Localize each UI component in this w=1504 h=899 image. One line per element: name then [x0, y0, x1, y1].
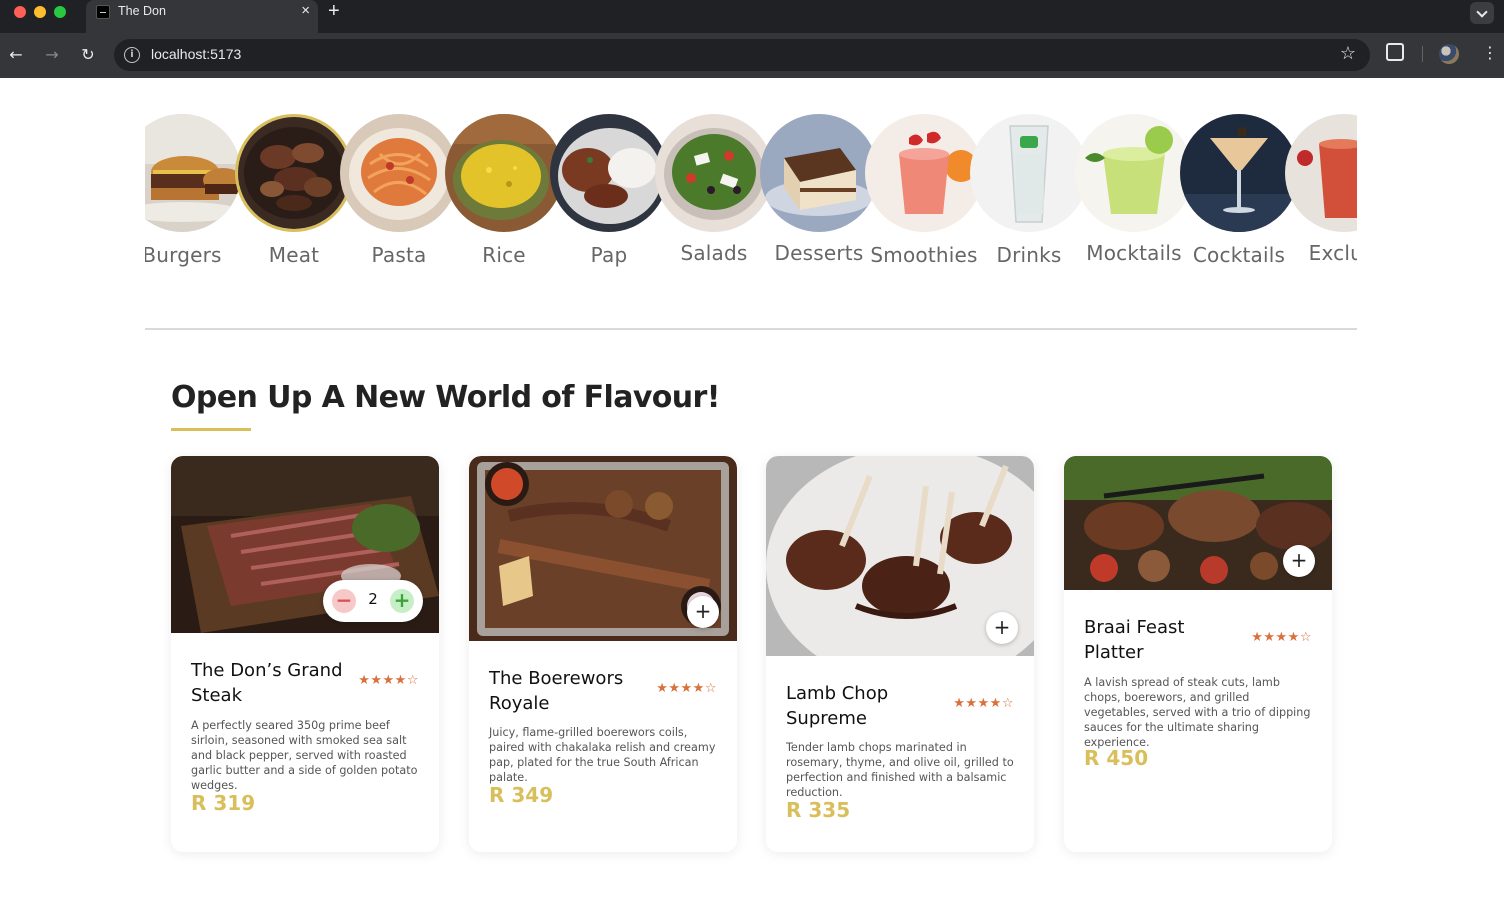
- add-to-cart-button[interactable]: +: [687, 596, 719, 628]
- new-tab-button[interactable]: +: [328, 0, 340, 23]
- pap-image: [550, 114, 668, 232]
- close-window-button[interactable]: [14, 6, 26, 18]
- bookmark-star-icon[interactable]: ☆: [1340, 43, 1356, 64]
- product-price: R 349: [489, 783, 554, 807]
- pasta-image: [340, 114, 458, 232]
- extensions-puzzle-icon[interactable]: [1386, 43, 1404, 61]
- exclusives-image: [1285, 114, 1357, 232]
- category-mocktails[interactable]: Mocktails: [1075, 114, 1193, 274]
- rating-stars-icon: ★★★★☆: [358, 673, 419, 688]
- category-desserts[interactable]: Desserts: [760, 114, 878, 274]
- category-label: Desserts: [774, 241, 864, 265]
- rating-stars-icon: ★★★★☆: [953, 696, 1014, 711]
- product-card[interactable]: + The Boerewors Royale ★★★★☆ Juicy, flam…: [469, 456, 737, 852]
- category-exclusives[interactable]: Exclusi: [1285, 114, 1357, 274]
- browser-tab-bar: The Don × +: [0, 0, 1504, 33]
- tab-search-chevron-icon[interactable]: [1470, 2, 1494, 24]
- category-label: Cocktails: [1192, 243, 1286, 267]
- page-content: Burgers Meat Pasta Rice Pap Salads Desse…: [0, 78, 1504, 899]
- product-name: The Don’s Grand Steak: [191, 660, 343, 706]
- site-info-icon[interactable]: i: [124, 47, 140, 63]
- product-card[interactable]: + Lamb Chop Supreme ★★★★☆ Tender lamb ch…: [766, 456, 1034, 852]
- tab-title: The Don: [118, 4, 166, 18]
- product-card[interactable]: − 2 + The Don’s Grand Steak ★★★★☆ A perf…: [171, 456, 439, 852]
- product-name: The Boerewors Royale: [489, 668, 624, 714]
- forward-arrow-icon[interactable]: →: [40, 43, 64, 67]
- category-label: Exclusi: [1308, 241, 1357, 265]
- category-label: Pap: [590, 243, 628, 267]
- toolbar-divider: [1422, 46, 1423, 62]
- product-description: A lavish spread of steak cuts, lamb chop…: [1084, 676, 1311, 749]
- category-meat[interactable]: Meat: [235, 114, 353, 274]
- product-price: R 335: [786, 798, 851, 822]
- minimize-window-button[interactable]: [34, 6, 46, 18]
- section-divider: [145, 328, 1357, 330]
- decrease-quantity-button[interactable]: −: [332, 589, 356, 613]
- category-label: Burgers: [145, 243, 222, 267]
- drinks-image: [970, 114, 1088, 232]
- tab-close-icon[interactable]: ×: [301, 2, 310, 19]
- back-arrow-icon[interactable]: ←: [4, 43, 28, 67]
- add-to-cart-button[interactable]: +: [986, 612, 1018, 644]
- rice-image: [445, 114, 563, 232]
- category-label: Pasta: [371, 243, 427, 267]
- product-price: R 319: [191, 791, 256, 815]
- category-drinks[interactable]: Drinks: [970, 114, 1088, 274]
- product-price: R 450: [1084, 746, 1149, 770]
- browser-toolbar: ← → ↻ i localhost:5173 ☆: [0, 33, 1504, 78]
- product-card[interactable]: + Braai Feast Platter ★★★★☆ A lavish spr…: [1064, 456, 1332, 852]
- category-pap[interactable]: Pap: [550, 114, 668, 274]
- salads-image: [655, 114, 773, 232]
- burgers-image: [145, 114, 241, 232]
- meat-image: [235, 114, 353, 232]
- category-label: Mocktails: [1086, 241, 1182, 265]
- category-pasta[interactable]: Pasta: [340, 114, 458, 274]
- product-description: Tender lamb chops marinated in rosemary,…: [786, 741, 1014, 799]
- category-label: Drinks: [996, 243, 1062, 267]
- mocktails-image: [1075, 114, 1193, 232]
- product-description: A perfectly seared 350g prime beef sirlo…: [191, 719, 418, 792]
- rating-stars-icon: ★★★★☆: [1251, 630, 1312, 645]
- section-title: Open Up A New World of Flavour!: [171, 380, 720, 415]
- category-burgers[interactable]: Burgers: [145, 114, 241, 274]
- product-description: Juicy, flame-grilled boerewors coils, pa…: [489, 726, 716, 784]
- url-text[interactable]: localhost:5173: [151, 46, 241, 62]
- category-label: Smoothies: [870, 243, 978, 267]
- category-salads[interactable]: Salads: [655, 114, 773, 274]
- maximize-window-button[interactable]: [54, 6, 66, 18]
- product-name: Braai Feast Platter: [1084, 617, 1185, 663]
- category-label: Salads: [680, 241, 748, 265]
- reload-icon[interactable]: ↻: [76, 43, 100, 67]
- quantity-stepper[interactable]: − 2 +: [323, 580, 423, 622]
- profile-avatar-icon[interactable]: [1439, 44, 1459, 64]
- category-carousel[interactable]: Burgers Meat Pasta Rice Pap Salads Desse…: [145, 114, 1357, 274]
- category-smoothies[interactable]: Smoothies: [865, 114, 983, 274]
- cocktails-image: [1180, 114, 1298, 232]
- browser-menu-icon[interactable]: ⋮: [1482, 43, 1498, 63]
- increase-quantity-button[interactable]: +: [390, 589, 414, 613]
- category-rice[interactable]: Rice: [445, 114, 563, 274]
- product-name: Lamb Chop Supreme: [786, 683, 889, 729]
- category-cocktails[interactable]: Cocktails: [1180, 114, 1298, 274]
- address-bar[interactable]: i localhost:5173 ☆: [114, 39, 1370, 71]
- add-to-cart-button[interactable]: +: [1283, 545, 1315, 577]
- rating-stars-icon: ★★★★☆: [656, 681, 717, 696]
- category-label: Meat: [268, 243, 320, 267]
- quantity-value: 2: [368, 590, 378, 608]
- desserts-image: [760, 114, 878, 232]
- smoothies-image: [865, 114, 983, 232]
- browser-tab[interactable]: The Don ×: [86, 0, 318, 33]
- title-underline: [171, 428, 251, 431]
- category-label: Rice: [482, 243, 526, 267]
- favicon-icon: [96, 5, 110, 19]
